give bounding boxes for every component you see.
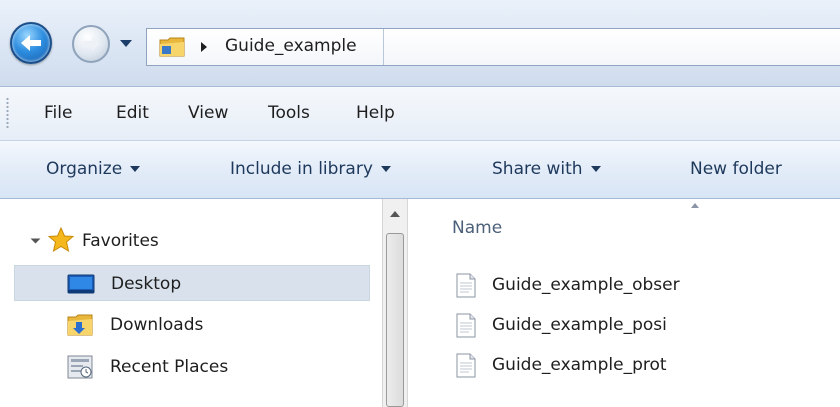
- include-in-library-label: Include in library: [230, 159, 373, 179]
- breadcrumb-divider: [383, 29, 384, 65]
- text-file-icon: [456, 353, 476, 378]
- navigation-scrollbar[interactable]: [382, 199, 408, 407]
- sidebar-item-downloads[interactable]: Downloads: [0, 307, 382, 343]
- text-file-icon: [456, 313, 476, 338]
- scroll-up-icon[interactable]: [390, 211, 400, 217]
- organize-label: Organize: [46, 159, 123, 179]
- command-bar: Organize Include in library Share with N…: [0, 141, 840, 199]
- file-name: Guide_example_posi: [492, 315, 667, 335]
- breadcrumb-separator-icon[interactable]: [201, 42, 207, 52]
- sidebar-item-label: Desktop: [111, 274, 182, 294]
- downloads-folder-icon: [67, 314, 93, 336]
- menu-tools[interactable]: Tools: [268, 103, 310, 123]
- recent-pages-dropdown[interactable]: [120, 40, 132, 47]
- chevron-down-icon: [590, 166, 601, 172]
- back-button[interactable]: [10, 22, 52, 64]
- address-bar: Guide_example: [0, 0, 840, 87]
- sidebar-item-desktop[interactable]: Desktop: [14, 265, 370, 301]
- menu-edit[interactable]: Edit: [116, 103, 149, 123]
- star-icon: [48, 227, 74, 253]
- column-header-name[interactable]: Name: [452, 218, 502, 238]
- file-item[interactable]: Guide_example_posi: [452, 309, 840, 343]
- chevron-down-icon: [130, 166, 141, 172]
- sidebar-item-recent-places[interactable]: Recent Places: [0, 349, 382, 385]
- breadcrumb-item[interactable]: Guide_example: [225, 36, 357, 56]
- forward-button[interactable]: [72, 25, 110, 63]
- new-folder-button[interactable]: New folder: [690, 159, 782, 179]
- file-item[interactable]: Guide_example_obser: [452, 269, 840, 303]
- toolbar-grip[interactable]: [6, 97, 9, 129]
- favorites-label: Favorites: [82, 231, 159, 251]
- file-name: Guide_example_obser: [492, 275, 680, 295]
- menu-help[interactable]: Help: [356, 103, 395, 123]
- file-name: Guide_example_prot: [492, 355, 667, 375]
- folder-icon: [159, 37, 185, 57]
- collapse-arrow-icon[interactable]: [30, 233, 41, 244]
- menu-file[interactable]: File: [44, 103, 72, 123]
- forward-arrow-icon: [83, 37, 100, 51]
- share-with-label: Share with: [492, 159, 583, 179]
- organize-button[interactable]: Organize: [46, 159, 141, 179]
- navigation-pane: Favorites Desktop Downloads Recent Place…: [0, 199, 382, 407]
- sort-ascending-icon: [691, 203, 699, 208]
- sidebar-item-label: Recent Places: [110, 357, 229, 377]
- breadcrumb[interactable]: Guide_example: [146, 28, 840, 66]
- share-with-button[interactable]: Share with: [492, 159, 601, 179]
- menu-bar: File Edit View Tools Help: [0, 87, 840, 141]
- new-folder-label: New folder: [690, 159, 782, 179]
- desktop-icon: [67, 274, 95, 294]
- menu-view[interactable]: View: [188, 103, 228, 123]
- file-list: Name Guide_example_obser Guide_example_p…: [408, 199, 840, 407]
- chevron-down-icon: [380, 166, 391, 172]
- sidebar-item-label: Downloads: [110, 315, 204, 335]
- nav-group-favorites[interactable]: Favorites: [0, 223, 382, 259]
- file-item[interactable]: Guide_example_prot: [452, 349, 840, 383]
- text-file-icon: [456, 273, 476, 298]
- back-arrow-icon: [21, 35, 41, 51]
- recent-places-icon: [67, 355, 93, 379]
- scrollbar-thumb[interactable]: [386, 233, 404, 407]
- include-in-library-button[interactable]: Include in library: [230, 159, 391, 179]
